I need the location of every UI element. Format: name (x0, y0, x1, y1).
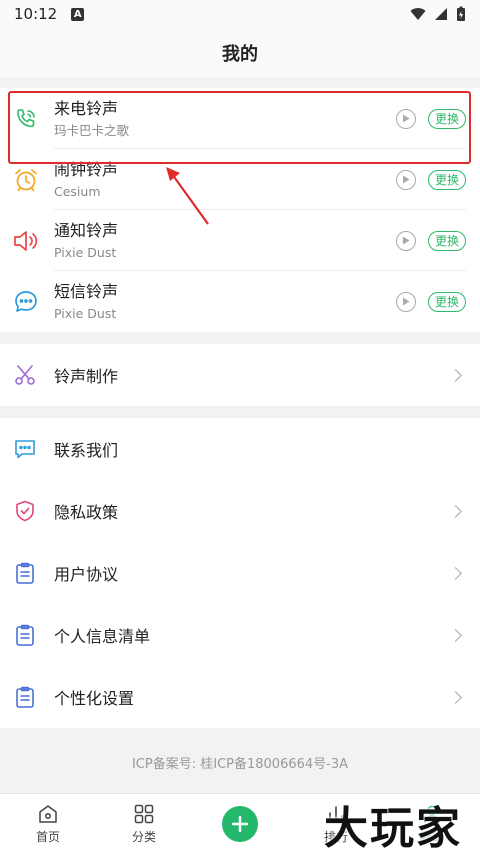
change-button[interactable]: 更换 (428, 108, 466, 129)
ringtone-row-notification[interactable]: 通知铃声 Pixie Dust 更换 (0, 210, 480, 271)
chevron-right-icon (449, 566, 462, 580)
page-title: 我的 (0, 28, 480, 78)
divider (0, 406, 480, 418)
menu-item-user-agreement[interactable]: 用户协议 (0, 542, 480, 604)
tab-home[interactable]: 首页 (0, 794, 96, 853)
clipboard-icon (12, 684, 38, 710)
alarm-clock-icon (12, 166, 40, 194)
play-icon (403, 297, 410, 306)
status-bar: 10:12 A (0, 0, 480, 28)
ringtone-name: Cesium (54, 183, 101, 199)
tab-add[interactable] (192, 794, 288, 853)
divider (0, 332, 480, 344)
plus-icon (222, 805, 258, 842)
chevron-right-icon (449, 368, 462, 382)
settings-section: 联系我们 隐私政策 用户协议 个人信息清单 个性化设置 (0, 418, 480, 728)
chevron-right-icon (449, 690, 462, 704)
play-button[interactable] (396, 230, 416, 251)
ringtone-title: 短信铃声 (54, 281, 119, 301)
wifi-icon (410, 8, 426, 20)
tab-label: 分类 (131, 829, 156, 844)
watermark-logo: 大玩家 (324, 803, 462, 853)
message-bubble-icon (12, 288, 40, 316)
ringtone-section: 来电铃声 玛卡巴卡之歌 更换 闹钟铃声 Cesium 更换 通知铃声 Pixie… (0, 88, 480, 332)
phone-icon (12, 105, 40, 133)
menu-item-label: 个人信息清单 (54, 627, 151, 646)
menu-item-label: 联系我们 (54, 441, 119, 460)
play-button[interactable] (396, 291, 416, 312)
ringtone-row-call[interactable]: 来电铃声 玛卡巴卡之歌 更换 (0, 88, 480, 149)
signal-icon (435, 8, 447, 20)
menu-item-personalize[interactable]: 个性化设置 (0, 666, 480, 728)
change-button[interactable]: 更换 (428, 169, 466, 190)
chevron-right-icon (449, 504, 462, 518)
maker-section: 铃声制作 (0, 344, 480, 406)
scissors-icon (12, 362, 38, 388)
play-icon (403, 175, 410, 184)
battery-icon (457, 6, 465, 21)
tab-label: 首页 (35, 829, 60, 844)
divider (0, 78, 480, 88)
menu-item-ringtone-maker[interactable]: 铃声制作 (0, 344, 480, 406)
notification-icon: A (71, 7, 85, 21)
grid-icon (134, 804, 154, 823)
ringtone-name: Pixie Dust (54, 244, 117, 260)
play-button[interactable] (396, 169, 416, 190)
red-arrow-icon (166, 167, 209, 225)
change-button[interactable]: 更换 (428, 230, 466, 251)
chat-icon (12, 436, 38, 462)
chevron-right-icon (449, 628, 462, 642)
tab-category[interactable]: 分类 (96, 794, 192, 853)
ringtone-row-alarm[interactable]: 闹钟铃声 Cesium 更换 (0, 149, 480, 210)
ringtone-name: 玛卡巴卡之歌 (54, 122, 130, 138)
ringtone-name: Pixie Dust (54, 305, 117, 321)
menu-item-label: 铃声制作 (54, 367, 119, 386)
play-button[interactable] (396, 108, 416, 129)
home-icon (39, 804, 57, 823)
menu-item-privacy-policy[interactable]: 隐私政策 (0, 480, 480, 542)
play-icon (403, 114, 410, 123)
play-icon (403, 236, 410, 245)
status-time: 10:12 (14, 5, 58, 23)
clipboard-icon (12, 560, 38, 586)
icp-record: ICP备案号: 桂ICP备18006664号-3A (0, 728, 480, 796)
menu-item-personal-info[interactable]: 个人信息清单 (0, 604, 480, 666)
ringtone-title: 闹钟铃声 (54, 159, 119, 179)
change-button[interactable]: 更换 (428, 291, 466, 312)
menu-item-contact-us[interactable]: 联系我们 (0, 418, 480, 480)
ringtone-title: 来电铃声 (54, 98, 119, 118)
speaker-icon (12, 227, 40, 255)
shield-icon (12, 498, 38, 524)
ringtone-row-sms[interactable]: 短信铃声 Pixie Dust 更换 (0, 271, 480, 332)
menu-item-label: 用户协议 (54, 565, 119, 584)
ringtone-title: 通知铃声 (54, 220, 119, 240)
menu-item-label: 个性化设置 (54, 689, 135, 708)
menu-item-label: 隐私政策 (54, 503, 119, 522)
clipboard-icon (12, 622, 38, 648)
